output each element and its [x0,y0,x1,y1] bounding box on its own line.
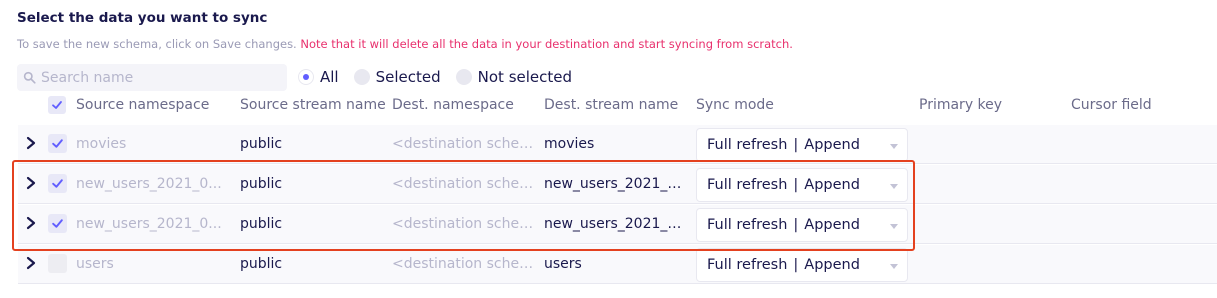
check-icon [52,139,63,148]
table-row: new_users_2021_0... public <destination … [18,165,1217,204]
chevron-right-icon[interactable] [24,176,38,190]
dest-stream: users [544,256,582,272]
separator: | [793,137,799,153]
separator: | [793,217,799,233]
row-checkbox[interactable] [48,254,67,273]
dest-stream: new_users_2021_0... [544,176,686,192]
col-cursor-field: Cursor field [1071,97,1152,113]
row-checkbox[interactable] [48,214,67,233]
sync-mode-select[interactable]: Full refresh | Append [696,168,908,202]
sync-mode-destination: Append [804,137,860,153]
sync-mode-destination: Append [804,177,860,193]
dest-namespace: <destination schem... [392,256,537,272]
select-all-checkbox[interactable] [48,96,66,114]
dest-namespace: <destination schem... [392,176,537,192]
filter-all-radio[interactable]: All [298,68,339,86]
warning-note: Note that it will delete all the data in… [300,37,793,51]
source-namespace: movies [76,136,127,152]
search-icon [23,71,36,84]
filter-selected-label: Selected [375,68,441,86]
source-namespace: users [76,256,114,272]
caret-down-icon [890,184,898,189]
sync-mode-source: Full refresh [707,257,788,273]
filter-radio-group: All Selected Not selected [298,68,587,86]
dest-stream: movies [544,136,595,152]
sync-mode-destination: Append [804,257,860,273]
filter-all-label: All [320,68,339,86]
radio-indicator [353,69,370,85]
col-dest-stream: Dest. stream name [544,97,679,113]
dest-namespace: <destination schem... [392,136,537,152]
col-primary-key: Primary key [919,97,1003,113]
search-input[interactable] [41,69,271,86]
col-source-stream: Source stream name [240,97,386,113]
source-stream: public [240,136,283,152]
sync-mode-select[interactable]: Full refresh | Append [696,248,908,282]
section-subtitle: To save the new schema, click on Save ch… [17,37,793,51]
sync-mode-select[interactable]: Full refresh | Append [696,128,908,162]
table-row: new_users_2021_0... public <destination … [18,205,1217,244]
save-note: To save the new schema, click on Save ch… [17,37,297,51]
source-stream: public [240,216,283,232]
dest-namespace: <destination schem... [392,216,537,232]
col-source-namespace: Source namespace [76,97,210,113]
table-row: movies public <destination schem... movi… [18,125,1217,164]
source-stream: public [240,176,283,192]
radio-selected-indicator [298,69,314,85]
filter-not-selected-radio[interactable]: Not selected [455,68,573,86]
separator: | [793,257,799,273]
check-icon [52,219,63,228]
sync-mode-source: Full refresh [707,137,788,153]
row-checkbox[interactable] [48,174,67,193]
separator: | [793,177,799,193]
source-namespace: new_users_2021_0... [76,216,222,232]
section-title: Select the data you want to sync [17,10,268,26]
col-sync-mode: Sync mode [696,97,774,113]
caret-down-icon [890,144,898,149]
row-checkbox[interactable] [48,134,67,153]
sync-mode-select[interactable]: Full refresh | Append [696,208,908,242]
filter-selected-radio[interactable]: Selected [353,68,441,86]
sync-mode-source: Full refresh [707,177,788,193]
sync-mode-source: Full refresh [707,217,788,233]
chevron-right-icon[interactable] [24,216,38,230]
caret-down-icon [890,224,898,229]
check-icon [52,101,62,109]
sync-mode-destination: Append [804,217,860,233]
table-row: users public <destination schem... users… [18,245,1217,284]
source-namespace: new_users_2021_0... [76,176,222,192]
filter-not-selected-label: Not selected [477,68,573,86]
chevron-right-icon[interactable] [24,256,38,270]
search-box[interactable] [17,64,287,91]
chevron-right-icon[interactable] [24,136,38,150]
caret-down-icon [890,264,898,269]
check-icon [52,179,63,188]
table-header: Source namespace Source stream name Dest… [0,94,1217,118]
radio-indicator [455,69,472,85]
source-stream: public [240,256,283,272]
dest-stream: new_users_2021_0... [544,216,686,232]
col-dest-namespace: Dest. namespace [392,97,514,113]
